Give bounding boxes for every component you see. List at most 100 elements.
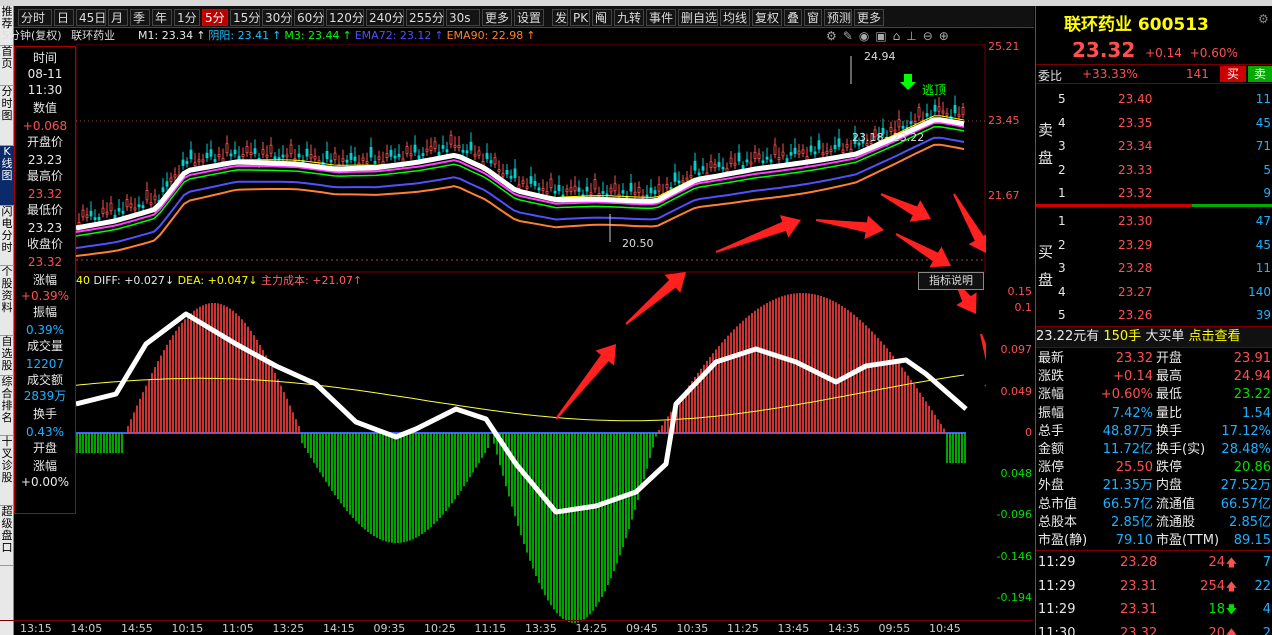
candle: [493, 157, 497, 165]
toolbar-button-15[interactable]: 更多: [482, 9, 512, 26]
side-tab-8[interactable]: 十叉诊股: [0, 436, 14, 506]
toolbar-button-4[interactable]: 季: [130, 9, 150, 26]
buy-row-0[interactable]: 1 23.30 47: [1036, 212, 1272, 231]
time-axis-label-13: 10:35: [676, 622, 709, 635]
eye-icon[interactable]: ◉: [859, 29, 875, 43]
toolbar-button-11[interactable]: 120分: [326, 9, 364, 26]
candle: [813, 151, 817, 155]
toolbar-button-21[interactable]: 事件: [646, 9, 676, 26]
indicator-help-button[interactable]: 指标说明: [918, 272, 984, 290]
sell-row-2[interactable]: 3 23.34 71: [1036, 137, 1272, 156]
toolbar-button-13[interactable]: 255分: [406, 9, 444, 26]
side-tab-1[interactable]: 首页: [0, 46, 14, 86]
stat-value: +0.60%: [1100, 387, 1153, 403]
kline-macd-chart[interactable]: 24.94 20.50 23.18~23.22 逃顶: [76, 44, 986, 624]
big-order-link[interactable]: 点击查看: [1188, 329, 1240, 344]
sell-row-4[interactable]: 1 23.32 9: [1036, 184, 1272, 203]
side-tab-9[interactable]: 超级盘口: [0, 506, 14, 566]
macd-axis-label-6: -0.096: [996, 508, 1032, 521]
candle: [201, 159, 205, 163]
toolbar-button-24[interactable]: 复权: [752, 9, 782, 26]
candle: [173, 174, 177, 178]
toolbar-button-7[interactable]: 5分: [202, 9, 228, 26]
side-tab-7[interactable]: 综合排名: [0, 376, 14, 436]
up-arrow-icon: 🡅: [1225, 556, 1237, 569]
edit-icon[interactable]: ✎: [843, 29, 859, 43]
zoom-out-icon[interactable]: ⊖: [923, 29, 939, 43]
time-axis-label-8: 10:25: [424, 622, 456, 635]
sell-row-1[interactable]: 4 23.35 45: [1036, 114, 1272, 133]
low-value: 23.23: [27, 221, 63, 235]
stat-label: 振幅: [1038, 405, 1065, 421]
toolbar-button-3[interactable]: 月: [108, 9, 128, 26]
settings-icon[interactable]: ⚙: [826, 29, 843, 43]
toolbar-button-22[interactable]: 删自选: [678, 9, 718, 26]
stat-value-2: 1.54: [1242, 405, 1271, 421]
toolbar-button-9[interactable]: 30分: [262, 9, 292, 26]
toolbar-button-20[interactable]: 九转: [614, 9, 644, 26]
lock-icon[interactable]: ⌂: [893, 29, 907, 43]
pin-icon[interactable]: ⊥: [906, 29, 922, 43]
candle: [557, 184, 561, 191]
time-axis-label-10: 13:35: [525, 622, 557, 635]
sell-button[interactable]: 卖: [1248, 66, 1272, 82]
stat-value: 23.32: [1115, 351, 1153, 366]
macd-axis-label-0: 0.15: [1007, 285, 1033, 298]
sell-row-0[interactable]: 5 23.40 11: [1036, 90, 1272, 109]
buy-row-3[interactable]: 4 23.27 140: [1036, 283, 1272, 302]
candle: [901, 125, 905, 129]
side-tab-5[interactable]: 个股资料: [0, 266, 14, 336]
toolbar-button-2[interactable]: 45日: [76, 9, 106, 26]
toolbar-button-17[interactable]: 发: [552, 9, 568, 26]
annotation-arrow-6: [953, 193, 986, 253]
big-order-row[interactable]: 23.22元有 150手 大买单 点击查看: [1036, 326, 1272, 348]
toolbar-button-18[interactable]: PK: [570, 9, 590, 26]
toolbar-button-1[interactable]: 日: [54, 9, 74, 26]
buy-row-4[interactable]: 5 23.26 39: [1036, 306, 1272, 325]
candle: [961, 107, 965, 115]
toolbar-button-6[interactable]: 1分: [174, 9, 200, 26]
side-tab-3[interactable]: K线图: [0, 146, 14, 206]
toolbar-button-23[interactable]: 均线: [720, 9, 750, 26]
amount-value: 2839万: [23, 389, 67, 403]
toolbar-button-8[interactable]: 15分: [230, 9, 260, 26]
toolbar-button-0[interactable]: 分时: [18, 9, 52, 26]
toolbar-button-10[interactable]: 60分: [294, 9, 324, 26]
toolbar-button-14[interactable]: 30s: [446, 9, 480, 26]
candle: [673, 172, 677, 182]
buy-row-1[interactable]: 2 23.29 45: [1036, 236, 1272, 255]
change-value: +0.39%: [20, 289, 70, 303]
candle: [957, 114, 961, 118]
side-tab-4[interactable]: 闪电分时: [0, 206, 14, 266]
toolbar-button-25[interactable]: 叠: [784, 9, 802, 26]
stats-row-0: 最新 23.32 开盘 23.91: [1036, 350, 1272, 368]
up-arrow-icon: 🡅: [1225, 579, 1237, 593]
bag-icon[interactable]: ▣: [875, 29, 892, 43]
stat-value: +0.14: [1113, 369, 1153, 385]
buy-button[interactable]: 买: [1220, 66, 1246, 82]
toolbar-button-16[interactable]: 设置: [514, 9, 544, 26]
candle: [409, 153, 413, 157]
stat-value-2: 2.85亿: [1229, 514, 1271, 530]
candle: [369, 146, 373, 158]
toolbar-button-5[interactable]: 年: [152, 9, 172, 26]
buy-row-2[interactable]: 3 23.28 11: [1036, 259, 1272, 278]
toolbar-button-12[interactable]: 240分: [366, 9, 404, 26]
toolbar-button-19[interactable]: 阄: [592, 9, 612, 26]
buy-level: 1: [1058, 214, 1066, 228]
candle: [213, 158, 217, 162]
zoom-in-icon[interactable]: ⊕: [939, 29, 955, 43]
ma-arrow-1: ↑: [272, 29, 282, 42]
side-tab-6[interactable]: 自选股: [0, 336, 14, 376]
toolbar-button-26[interactable]: 窗: [804, 9, 822, 26]
candle: [629, 182, 633, 192]
toolbar-button-27[interactable]: 预测: [824, 9, 852, 26]
sell-price: 23.32: [1118, 186, 1153, 200]
sell-row-3[interactable]: 2 23.33 5: [1036, 161, 1272, 180]
settings-small-icon[interactable]: ⚙: [1258, 12, 1269, 26]
sell-price: 23.35: [1118, 115, 1153, 130]
side-tab-2[interactable]: 分时图: [0, 86, 14, 146]
ma-legend: M1: 23.34 ↑ 阴阳: 23.41 ↑ M3: 23.44 ↑ EMA72: 23.…: [138, 28, 538, 44]
candle: [549, 178, 553, 189]
toolbar-button-28[interactable]: 更多: [854, 9, 884, 26]
